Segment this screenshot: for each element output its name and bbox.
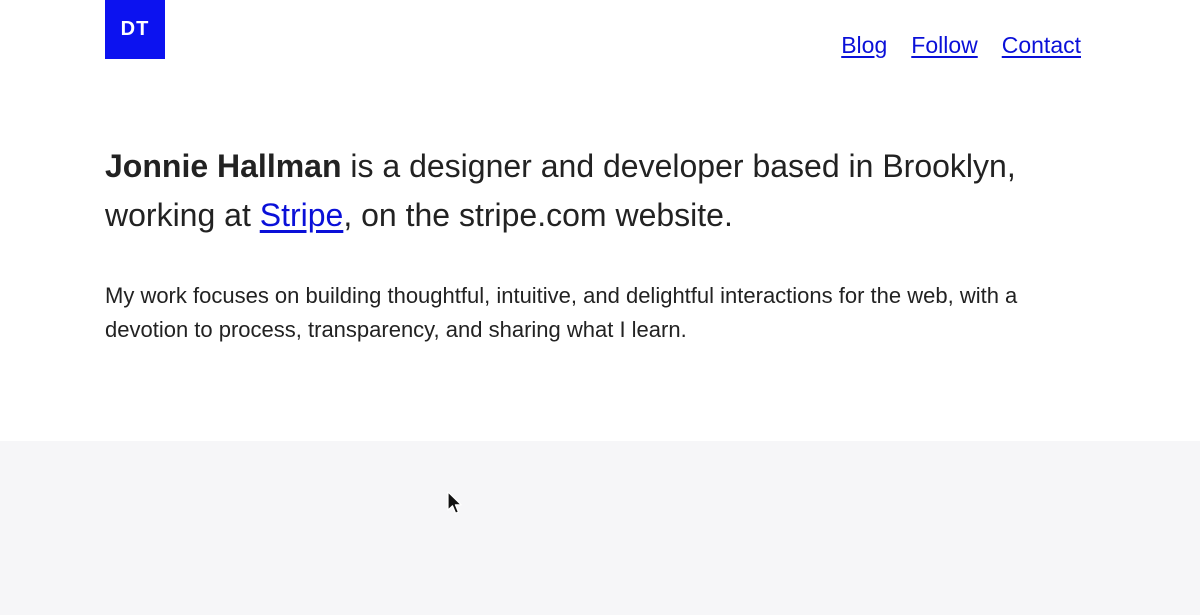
logo-text: DT: [120, 18, 150, 40]
header-section: DT Blog Follow Contact Jonnie Hallman is…: [0, 0, 1200, 441]
lower-section: [0, 441, 1200, 615]
nav-link-follow[interactable]: Follow: [911, 32, 977, 59]
intro-headline: Jonnie Hallman is a designer and develop…: [105, 142, 1105, 240]
page: DT Blog Follow Contact Jonnie Hallman is…: [0, 0, 1200, 615]
nav-link-blog[interactable]: Blog: [841, 32, 887, 59]
site-logo[interactable]: DT: [105, 0, 165, 59]
main-nav: Blog Follow Contact: [841, 32, 1081, 59]
mouse-pointer-icon: [447, 491, 462, 514]
author-name: Jonnie Hallman: [105, 148, 342, 184]
nav-link-contact[interactable]: Contact: [1002, 32, 1081, 59]
intro-text-2: , on the stripe.com website.: [343, 197, 733, 233]
work-description: My work focuses on building thoughtful, …: [105, 283, 1018, 342]
stripe-link[interactable]: Stripe: [260, 197, 344, 233]
